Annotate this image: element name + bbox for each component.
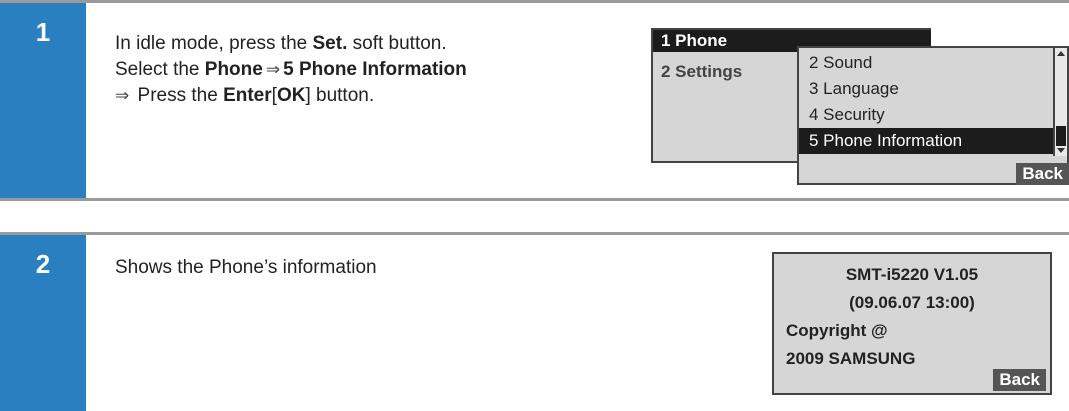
step1-number: 1: [35, 17, 51, 47]
lcd-build-date: (09.06.07 13:00): [849, 293, 975, 312]
step1-bottom-divider: [0, 198, 1069, 201]
phone-menu-label: Phone: [204, 59, 263, 80]
submenu-list: 2 Sound 3 Language 4 Security 5 Phone In…: [799, 50, 1053, 154]
step1-line3-suffix: button.: [310, 85, 375, 106]
step1-line1-suffix: soft button.: [347, 33, 447, 54]
step1-line1: In idle mode, press the Set. soft button…: [115, 31, 467, 57]
step2-number-box: 2: [0, 235, 86, 411]
submenu-item-language: 3 Language: [809, 79, 899, 98]
submenu-item-sound: 2 Sound: [809, 53, 873, 72]
submenu-item-security: 4 Security: [809, 105, 885, 124]
step1-line3-text: Press the: [132, 85, 224, 106]
submenu-item-phone-information: 5 Phone Information: [799, 128, 1053, 154]
enter-key-label: Enter: [223, 85, 272, 106]
step1-top-divider: [0, 0, 1069, 3]
step2-lcd-screen: SMT-i5220 V1.05 (09.06.07 13:00) Copyrig…: [772, 252, 1052, 395]
set-softkey-label: Set.: [312, 33, 348, 54]
step2-top-divider: [0, 232, 1069, 235]
step1-lcd-submenu: 2 Sound 3 Language 4 Security 5 Phone In…: [797, 46, 1069, 185]
lcd-model-version: SMT-i5220 V1.05: [845, 265, 979, 284]
step1-line1-text: In idle mode, press the: [115, 33, 313, 54]
ok-key-label: OK: [276, 85, 306, 106]
scrollbar-arrows-icon: [1056, 51, 1066, 153]
phone-information-label: 5 Phone Information: [283, 59, 467, 80]
lcd-copyright-year: 2009 SAMSUNG: [786, 349, 916, 368]
arrow-icon: ⇒: [115, 86, 130, 105]
step1-line3: ⇒ Press the Enter[OK] button.: [115, 83, 467, 109]
step2-instructions: Shows the Phone’s information: [115, 257, 377, 278]
step1-instructions: In idle mode, press the Set. soft button…: [115, 31, 467, 109]
lcd-menu-item-settings: 2 Settings: [661, 62, 743, 81]
submenu-scrollbar: [1053, 48, 1067, 156]
arrow-icon: ⇒: [265, 60, 281, 79]
step2-number: 2: [35, 249, 51, 279]
step1-line2: Select the Phone ⇒ 5 Phone Information: [115, 57, 467, 83]
step1-number-box: 1: [0, 3, 86, 198]
lcd-copyright: Copyright @: [786, 321, 888, 340]
back-softkey: Back: [993, 369, 1046, 391]
back-softkey: Back: [1016, 163, 1069, 185]
step1-line2-text: Select the: [115, 59, 205, 80]
